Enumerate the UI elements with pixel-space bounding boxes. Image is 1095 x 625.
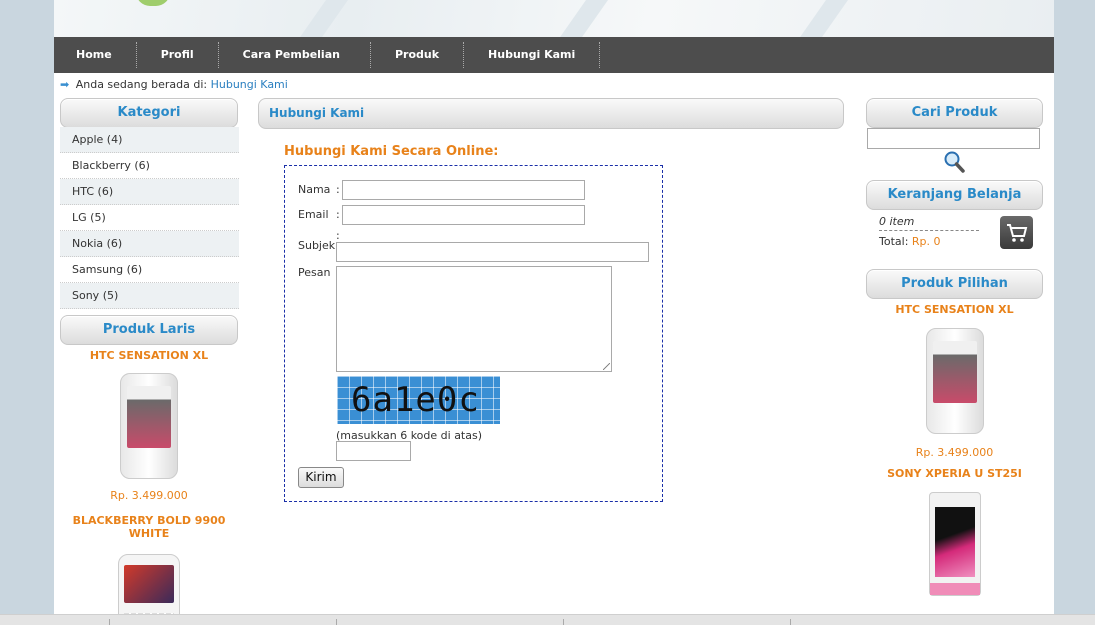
- form-heading: Hubungi Kami Secara Online:: [284, 144, 499, 159]
- product-name[interactable]: HTC SENSATION XL: [866, 303, 1043, 316]
- category-item[interactable]: LG (5): [60, 205, 239, 231]
- cart-total: Total: Rp. 0: [879, 235, 941, 248]
- category-item[interactable]: Nokia (6): [60, 231, 239, 257]
- product-name[interactable]: HTC SENSATION XL: [60, 349, 238, 362]
- nama-colon: :: [336, 183, 340, 196]
- submit-button[interactable]: Kirim: [298, 467, 344, 488]
- shopping-cart-icon[interactable]: [1000, 216, 1033, 249]
- category-item[interactable]: Apple (4): [60, 127, 239, 153]
- email-input[interactable]: [342, 205, 585, 225]
- product-image[interactable]: [120, 373, 178, 479]
- product-image[interactable]: [925, 328, 984, 434]
- breadcrumb: ➡ Anda sedang berada di: Hubungi Kami: [60, 78, 288, 91]
- logo-leaf: [136, 0, 170, 6]
- arrow-right-icon: ➡: [60, 78, 70, 91]
- header-decoration: [292, 0, 354, 37]
- header-decoration: [792, 0, 854, 37]
- nav-profil[interactable]: Profil: [137, 42, 219, 68]
- category-item[interactable]: HTC (6): [60, 179, 239, 205]
- produk-laris-title: Produk Laris: [60, 315, 238, 345]
- contact-form: Nama : Email : : Subjek Pesan 6a1e0c (ma…: [284, 165, 663, 502]
- cart-total-label: Total:: [879, 235, 909, 248]
- product-card: HTC SENSATION XL Rp. 3.499.000: [866, 303, 1043, 459]
- nama-label: Nama: [298, 183, 331, 196]
- nav-hubungi-kami[interactable]: Hubungi Kami: [464, 42, 601, 68]
- resize-handle-icon[interactable]: [603, 363, 610, 370]
- kategori-title: Kategori: [60, 98, 238, 128]
- breadcrumb-prefix: Anda sedang berada di:: [75, 78, 208, 91]
- nav-home[interactable]: Home: [62, 42, 137, 68]
- keranjang-title: Keranjang Belanja: [866, 180, 1043, 210]
- category-item[interactable]: Blackberry (6): [60, 153, 239, 179]
- category-item[interactable]: Samsung (6): [60, 257, 239, 283]
- cart-items: 0 item: [879, 215, 979, 231]
- pesan-textarea[interactable]: [336, 266, 612, 372]
- nav-produk[interactable]: Produk: [371, 42, 465, 68]
- bottom-bar: [0, 614, 1095, 625]
- content-title: Hubungi Kami: [258, 98, 844, 129]
- subjek-label: Subjek: [298, 239, 336, 252]
- search-icon[interactable]: [942, 150, 966, 174]
- main-nav: Home Profil Cara Pembelian Produk Hubung…: [54, 37, 1054, 73]
- site-header: [54, 0, 1054, 37]
- product-image[interactable]: [928, 492, 981, 596]
- product-name[interactable]: SONY XPERIA U ST25I: [866, 467, 1043, 480]
- subjek-input[interactable]: [336, 242, 649, 262]
- product-card: BLACKBERRY BOLD 9900 WHITE: [54, 514, 244, 625]
- nav-cara-pembelian[interactable]: Cara Pembelian: [219, 42, 371, 68]
- captcha-code: 6a1e0c: [351, 380, 480, 420]
- product-name[interactable]: BLACKBERRY BOLD 9900 WHITE: [54, 514, 244, 540]
- search-input[interactable]: [867, 128, 1040, 149]
- email-colon: :: [336, 208, 340, 221]
- nama-input[interactable]: [342, 180, 585, 200]
- category-item[interactable]: Sony (5): [60, 283, 239, 309]
- email-label: Email: [298, 208, 329, 221]
- page: Home Profil Cara Pembelian Produk Hubung…: [54, 0, 1054, 625]
- category-list: Apple (4) Blackberry (6) HTC (6) LG (5) …: [60, 127, 239, 309]
- produk-pilihan-title: Produk Pilihan: [866, 269, 1043, 299]
- product-card: SONY XPERIA U ST25I: [866, 467, 1043, 596]
- cart-total-value: Rp. 0: [911, 235, 941, 248]
- cari-produk-title: Cari Produk: [866, 98, 1043, 128]
- captcha-input[interactable]: [336, 441, 411, 461]
- captcha-image: 6a1e0c: [337, 376, 500, 424]
- breadcrumb-link[interactable]: Hubungi Kami: [211, 78, 288, 91]
- product-card: HTC SENSATION XL Rp. 3.499.000: [60, 349, 238, 502]
- product-price: Rp. 3.499.000: [110, 489, 188, 502]
- header-decoration: [552, 0, 614, 37]
- pesan-label: Pesan: [298, 266, 331, 279]
- product-price: Rp. 3.499.000: [915, 446, 994, 459]
- subjek-colon: :: [336, 229, 340, 242]
